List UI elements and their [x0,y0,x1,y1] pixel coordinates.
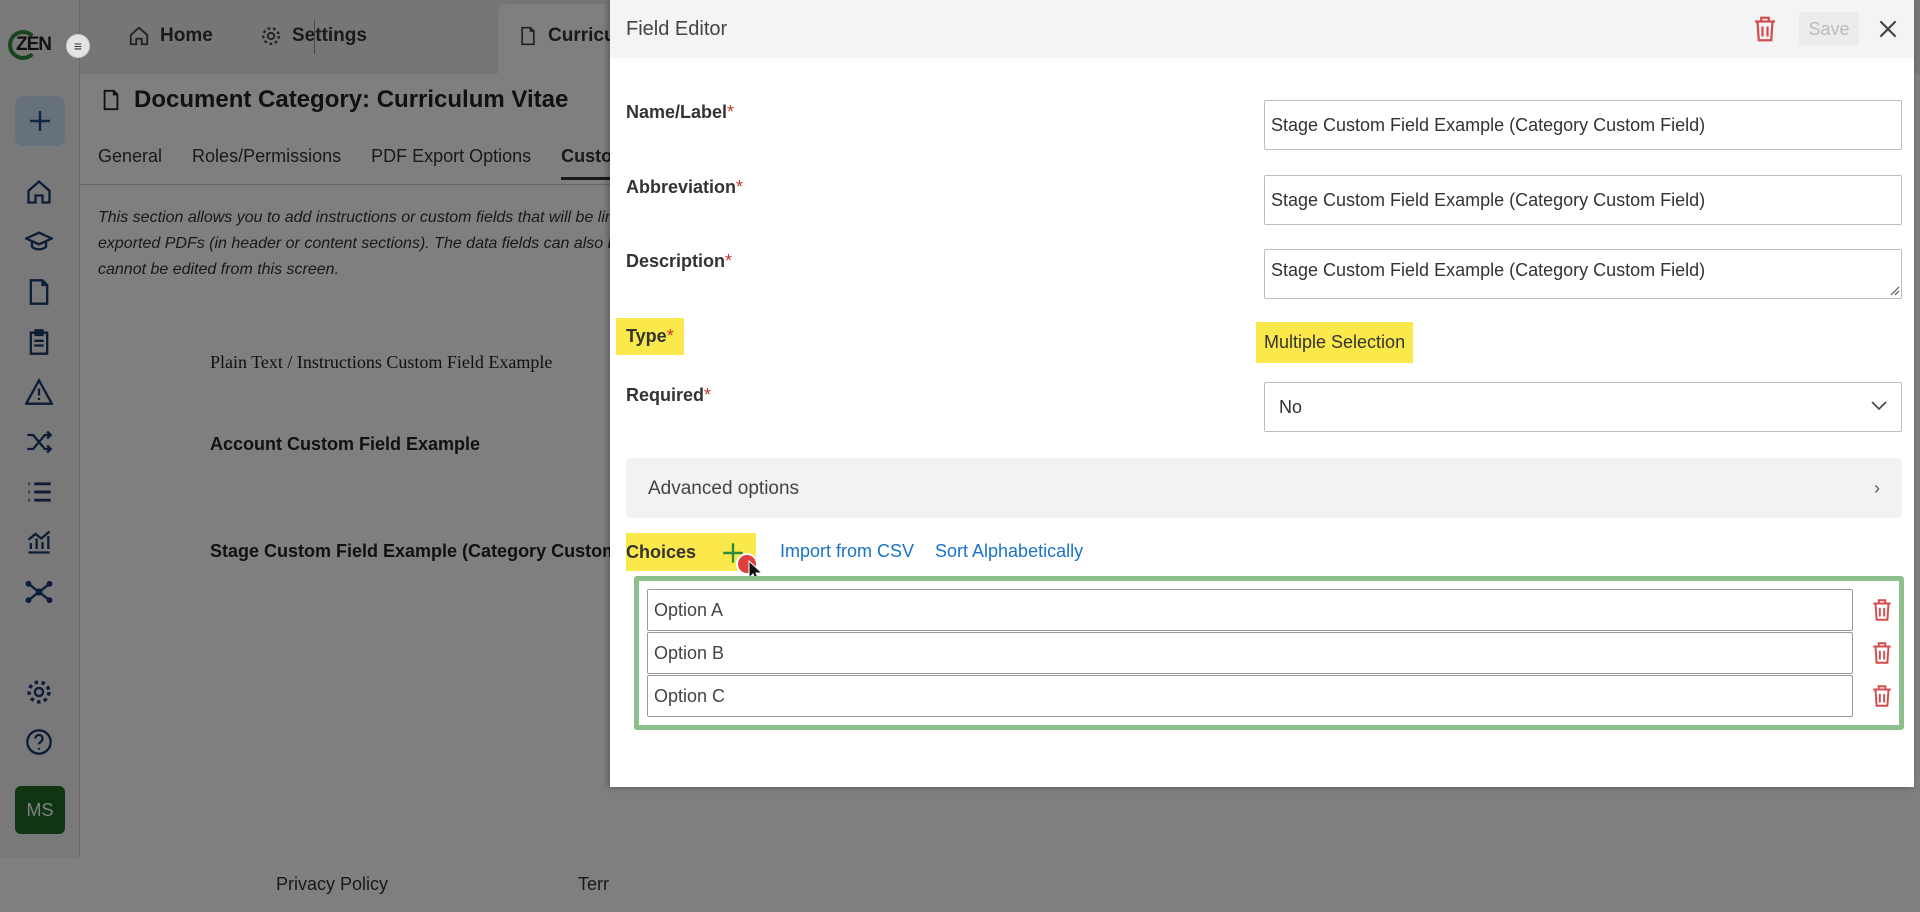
import-from-csv-link[interactable]: Import from CSV [780,541,914,562]
advanced-options-label: Advanced options [648,478,800,499]
description-label: Description* [626,251,732,272]
required-marker: * [666,326,674,346]
field-editor-modal: Field Editor Save Name/Label* Abbreviati… [610,0,1914,787]
abbreviation-label: Abbreviation* [626,177,743,198]
delete-choice-trash-icon[interactable] [1869,596,1895,624]
choice-input[interactable]: Option B [647,632,1853,674]
description-label-text: Description [626,251,726,271]
description-textarea[interactable]: Stage Custom Field Example (Category Cus… [1264,249,1902,299]
name-label-text: Name/Label [626,102,728,122]
required-marker: * [725,251,733,271]
choice-input[interactable]: Option C [647,675,1853,717]
required-marker: * [736,177,744,197]
type-value: Multiple Selection [1256,322,1414,363]
abbreviation-label-text: Abbreviation [626,177,737,197]
name-input[interactable] [1264,100,1902,150]
sort-alphabetically-link[interactable]: Sort Alphabetically [935,541,1083,562]
chevron-down-icon [1871,401,1887,411]
delete-field-trash-icon[interactable] [1750,14,1780,44]
required-select[interactable]: No [1264,382,1902,432]
name-label: Name/Label* [626,102,734,123]
save-button[interactable]: Save [1799,12,1859,46]
choices-list: Option A Option B Option C [634,576,1904,730]
menu-toggle-button[interactable]: ≡ [66,34,90,58]
required-select-value: No [1279,397,1303,417]
type-label-text: Type [626,326,667,346]
chevron-right-icon: › [1874,478,1880,498]
delete-choice-trash-icon[interactable] [1869,682,1895,710]
advanced-options-toggle[interactable]: Advanced options › [626,458,1902,518]
close-icon[interactable] [1875,16,1901,42]
required-marker: * [704,385,712,405]
resize-grip-icon[interactable] [1888,284,1900,296]
modal-title: Field Editor [626,18,728,40]
choices-label: Choices [626,542,697,562]
choice-input[interactable]: Option A [647,589,1853,631]
required-marker: * [727,102,735,122]
required-label: Required* [626,385,711,406]
modal-header: Field Editor Save [610,0,1914,58]
abbreviation-input[interactable] [1264,175,1902,225]
delete-choice-trash-icon[interactable] [1869,639,1895,667]
required-label-text: Required [626,385,705,405]
type-label: Type* [616,318,684,355]
